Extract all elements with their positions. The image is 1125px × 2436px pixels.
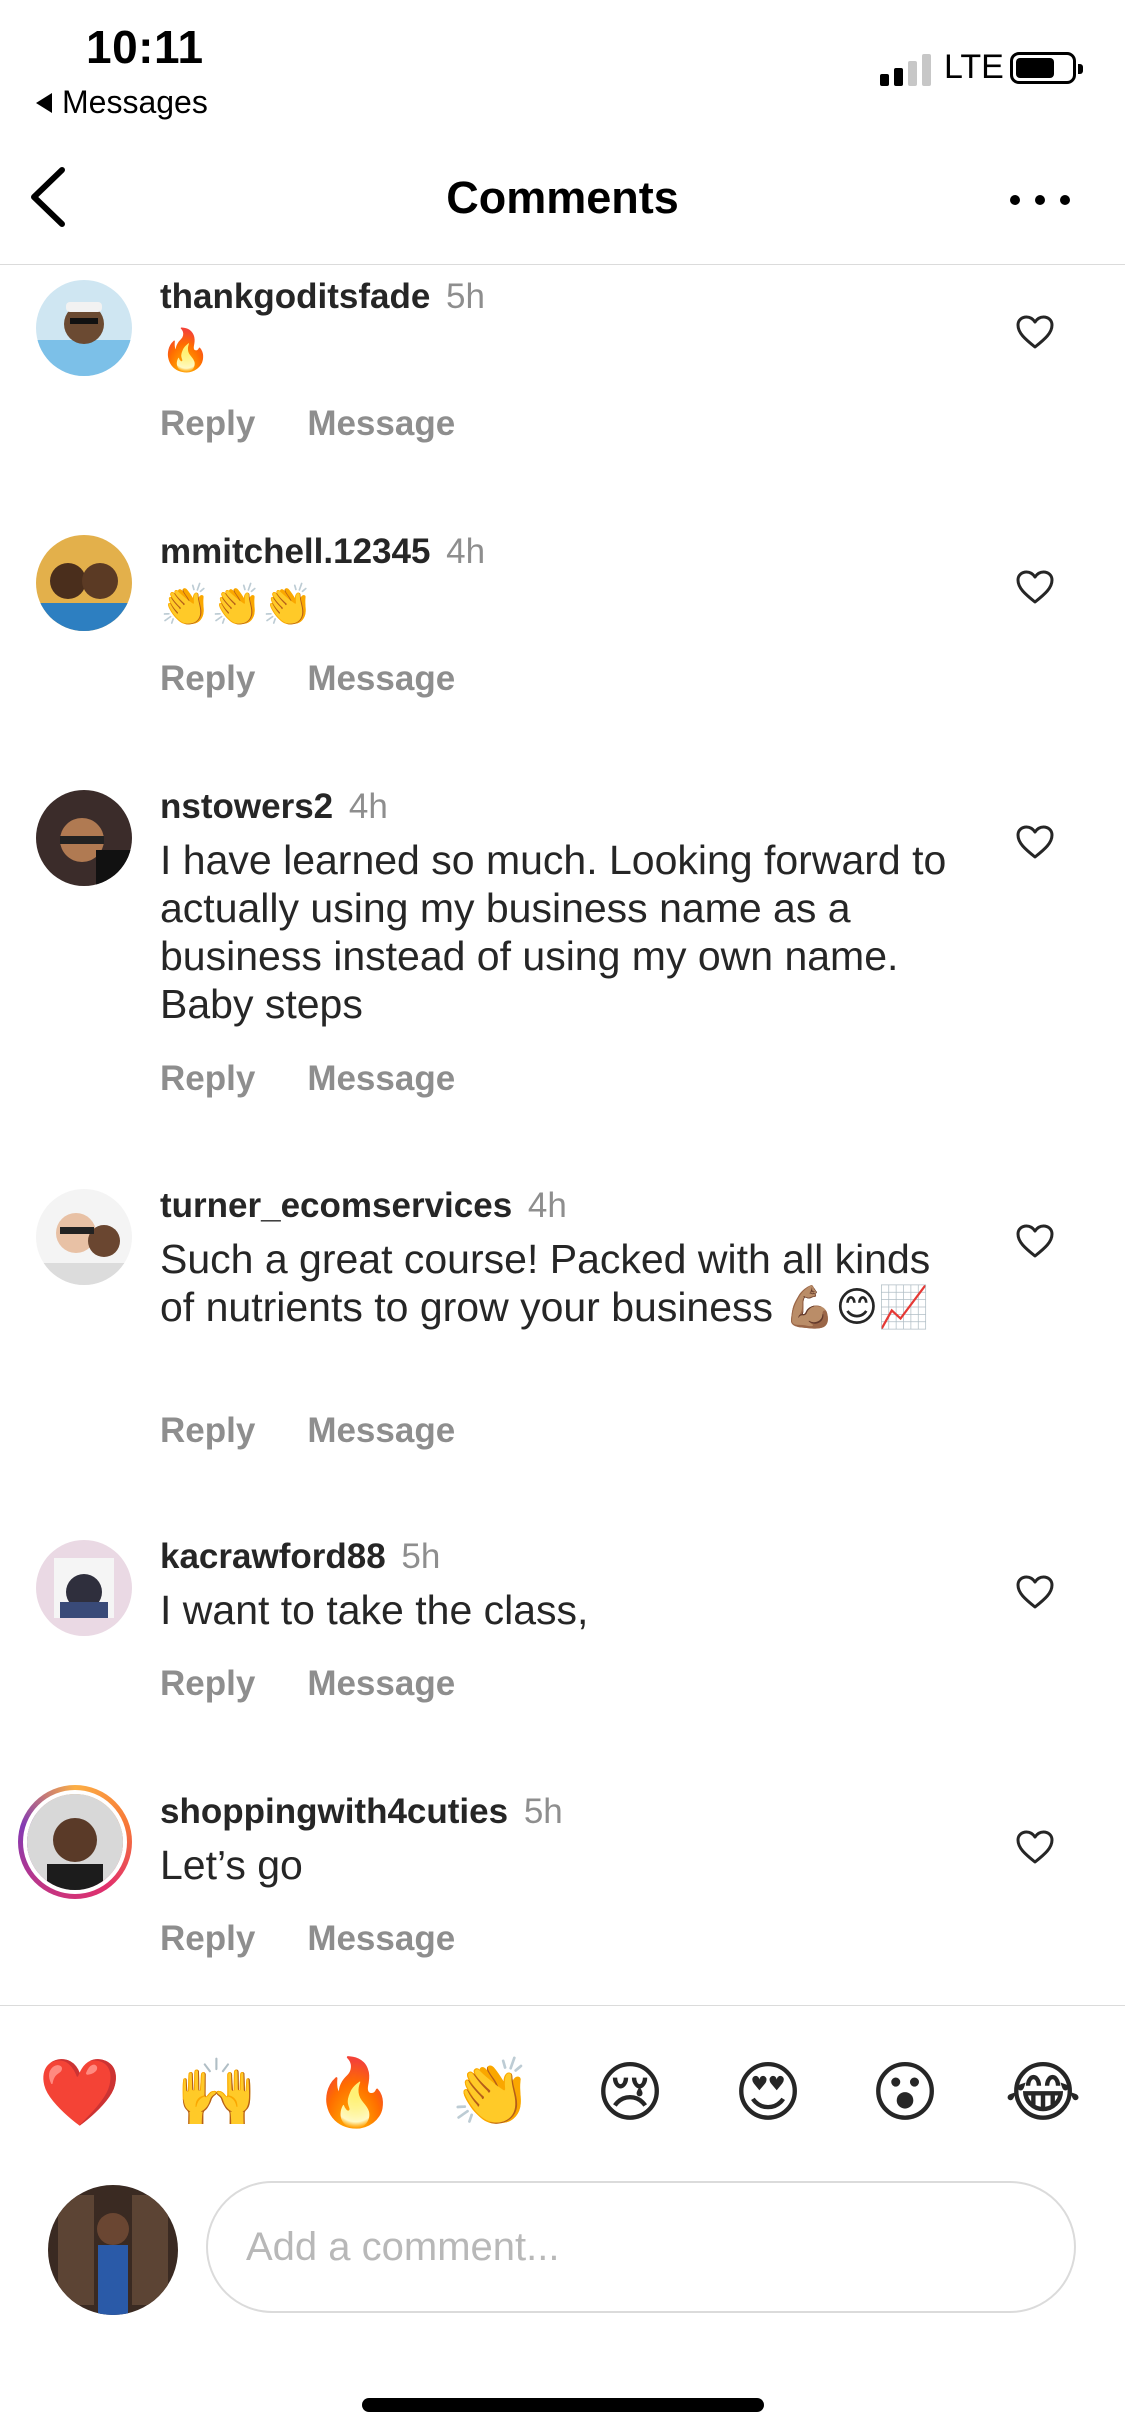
message-button[interactable]: Message — [307, 1059, 455, 1099]
comment-item: mmitchell.12345 4h 👏👏👏 Reply Message — [0, 531, 1125, 741]
comment-time: 4h — [446, 532, 486, 571]
network-type: LTE — [944, 48, 1004, 86]
reaction-raised-hands-emoji[interactable]: 🙌 — [172, 2054, 262, 2130]
reply-button[interactable]: Reply — [160, 1664, 255, 1704]
comment-actions: Reply Message — [160, 404, 455, 444]
comment-composer — [0, 2175, 1125, 2335]
message-button[interactable]: Message — [307, 404, 455, 444]
comment-item: thankgoditsfade 5h 🔥 Reply Message — [0, 276, 1125, 486]
comment-time: 4h — [527, 1186, 567, 1225]
reaction-heart-emoji[interactable]: ❤️ — [35, 2054, 125, 2130]
comment-username[interactable]: turner_ecomservices — [160, 1186, 512, 1225]
comment-time: 5h — [446, 277, 485, 316]
heart-icon[interactable] — [1015, 314, 1055, 350]
comment-header: nstowers2 4h — [160, 786, 388, 828]
reaction-surprised-emoji[interactable]: 😮 — [860, 2054, 950, 2130]
comment-username[interactable]: shoppingwith4cuties — [160, 1792, 508, 1831]
reaction-fire-emoji[interactable]: 🔥 — [310, 2054, 400, 2130]
comment-actions: Reply Message — [160, 1059, 455, 1099]
reaction-clap-emoji[interactable]: 👏 — [447, 2054, 537, 2130]
comment-item: nstowers2 4h I have learned so much. Loo… — [0, 786, 1125, 1126]
more-dot-icon — [1010, 195, 1020, 205]
heart-icon[interactable] — [1015, 1223, 1055, 1259]
heart-icon[interactable] — [1015, 1574, 1055, 1610]
avatar-with-story-ring[interactable] — [18, 1785, 132, 1899]
battery-icon — [1010, 52, 1083, 84]
comment-text: Such a great course! Packed with all kin… — [160, 1236, 931, 1330]
comment-text: 👏👏👏 — [160, 582, 314, 628]
comment-actions: Reply Message — [160, 1411, 455, 1451]
comment-actions: Reply Message — [160, 1919, 455, 1959]
quick-reaction-bar: ❤️ 🙌 🔥 👏 😢 😍 😮 😂 — [0, 2005, 1125, 2175]
reply-button[interactable]: Reply — [160, 659, 255, 699]
heart-icon[interactable] — [1015, 569, 1055, 605]
comment-actions: Reply Message — [160, 1664, 455, 1704]
heart-icon[interactable] — [1015, 1829, 1055, 1865]
reaction-laughing-emoji[interactable]: 😂 — [998, 2054, 1088, 2130]
comment-username[interactable]: kacrawford88 — [160, 1537, 386, 1576]
page-title: Comments — [446, 172, 679, 223]
comment-actions: Reply Message — [160, 659, 455, 699]
reply-button[interactable]: Reply — [160, 1411, 255, 1451]
avatar[interactable] — [36, 790, 132, 886]
home-indicator[interactable] — [362, 2398, 764, 2412]
status-time: 10:11 — [86, 21, 204, 73]
message-button[interactable]: Message — [307, 1919, 455, 1959]
reply-button[interactable]: Reply — [160, 1059, 255, 1099]
reply-button[interactable]: Reply — [160, 404, 255, 444]
reply-button[interactable]: Reply — [160, 1919, 255, 1959]
comment-text: I have learned so much. Looking forward … — [160, 837, 947, 1027]
comment-username[interactable]: mmitchell.12345 — [160, 532, 430, 571]
heart-icon[interactable] — [1015, 824, 1055, 860]
message-button[interactable]: Message — [307, 1411, 455, 1451]
nav-bar: Comments — [0, 130, 1125, 265]
cellular-signal-icon — [880, 52, 931, 86]
comment-username[interactable]: thankgoditsfade — [160, 277, 430, 316]
message-button[interactable]: Message — [307, 659, 455, 699]
avatar[interactable] — [36, 1540, 132, 1636]
comment-header: thankgoditsfade 5h — [160, 276, 485, 318]
avatar[interactable] — [36, 1189, 132, 1285]
comment-time: 4h — [348, 787, 388, 826]
comment-username[interactable]: nstowers2 — [160, 787, 333, 826]
comment-header: shoppingwith4cuties 5h — [160, 1791, 563, 1833]
comment-header: kacrawford88 5h — [160, 1536, 440, 1578]
comment-header: turner_ecomservices 4h — [160, 1185, 567, 1227]
avatar[interactable] — [36, 535, 132, 631]
reaction-heart-eyes-emoji[interactable]: 😍 — [723, 2054, 813, 2130]
comment-time: 5h — [523, 1792, 563, 1831]
comment-text: Let’s go — [160, 1842, 303, 1888]
comment-text: 🔥 — [160, 327, 212, 373]
message-button[interactable]: Message — [307, 1664, 455, 1704]
comment-item: kacrawford88 5h I want to take the class… — [0, 1536, 1125, 1746]
comment-time: 5h — [401, 1537, 441, 1576]
back-app-label: Messages — [62, 84, 208, 120]
comment-item: shoppingwith4cuties 5h Let’s go Reply Me… — [0, 1785, 1125, 2001]
more-dot-icon — [1060, 195, 1070, 205]
comment-item: turner_ecomservices 4h Such a great cour… — [0, 1185, 1125, 1450]
comment-header: mmitchell.12345 4h — [160, 531, 485, 573]
avatar[interactable] — [36, 280, 132, 376]
comment-text: I want to take the class, — [160, 1587, 589, 1633]
comment-input[interactable] — [206, 2181, 1076, 2313]
current-user-avatar — [48, 2185, 178, 2315]
reaction-crying-emoji[interactable]: 😢 — [585, 2054, 675, 2130]
status-bar: 10:11 Messages LTE — [0, 0, 1125, 130]
back-triangle-icon — [36, 92, 52, 113]
back-to-app-link[interactable]: Messages — [36, 84, 208, 121]
more-options-button[interactable] — [1010, 170, 1070, 230]
more-dot-icon — [1035, 195, 1045, 205]
